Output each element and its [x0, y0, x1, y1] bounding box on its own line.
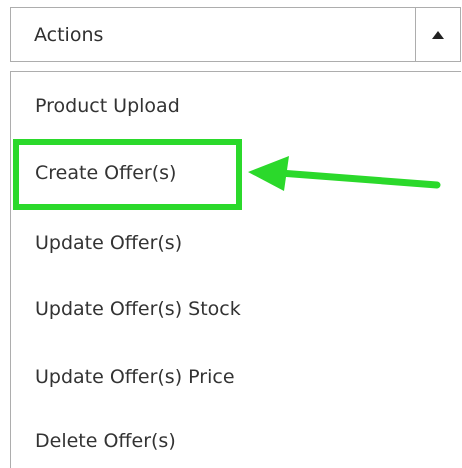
- actions-dropdown[interactable]: Actions: [10, 7, 461, 62]
- menu-item-update-offers-price[interactable]: Update Offer(s) Price: [35, 365, 235, 389]
- menu-item-product-upload[interactable]: Product Upload: [35, 94, 180, 118]
- actions-menu: Product Upload Create Offer(s) Update Of…: [10, 71, 461, 468]
- actions-dropdown-label: Actions: [34, 23, 104, 46]
- menu-item-update-offers-stock[interactable]: Update Offer(s) Stock: [35, 297, 241, 321]
- menu-item-create-offers[interactable]: Create Offer(s): [35, 161, 176, 185]
- menu-item-update-offers[interactable]: Update Offer(s): [35, 231, 182, 255]
- dropdown-toggle-button[interactable]: [415, 8, 460, 61]
- caret-up-icon: [432, 30, 444, 39]
- menu-item-delete-offers[interactable]: Delete Offer(s): [35, 429, 176, 453]
